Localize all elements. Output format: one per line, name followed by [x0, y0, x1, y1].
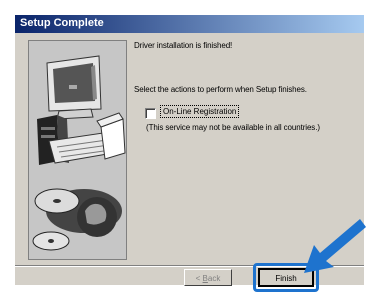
back-rest: ack — [207, 274, 221, 283]
availability-note: (This service may not be available in al… — [146, 123, 320, 132]
online-registration-checkbox[interactable] — [145, 108, 156, 119]
completion-message: Driver installation is finished! — [134, 41, 233, 50]
setup-illustration — [28, 40, 127, 260]
back-prefix: < — [195, 274, 203, 283]
instruction-text: Select the actions to perform when Setup… — [134, 85, 307, 94]
online-registration-label[interactable]: On-Line Registration — [160, 105, 240, 118]
computer-and-disc-image — [29, 41, 126, 259]
title-bar: Setup Complete — [15, 15, 364, 33]
pointer-arrow-icon — [304, 219, 366, 273]
dialog-title: Setup Complete — [20, 17, 104, 29]
back-button[interactable]: < Back — [184, 269, 232, 286]
